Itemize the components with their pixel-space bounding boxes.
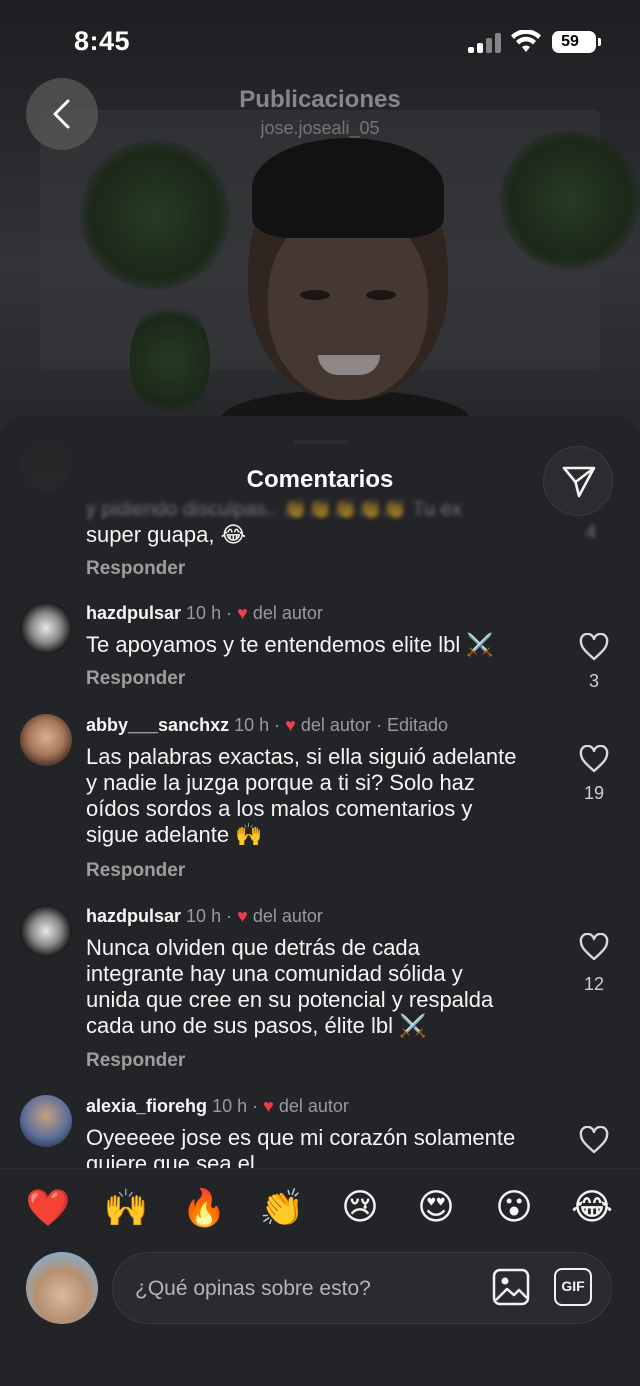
avatar[interactable] xyxy=(20,905,72,957)
status-bar: 8:45 59 xyxy=(0,0,640,90)
page-subtitle: jose.joseali_05 xyxy=(260,118,380,138)
comment-time: 10 h xyxy=(212,1096,248,1116)
avatar[interactable] xyxy=(20,602,72,654)
emoji-raised-hands[interactable]: 🙌 xyxy=(102,1187,150,1229)
emoji-fire[interactable]: 🔥 xyxy=(180,1187,228,1229)
liked-by-author: del autor xyxy=(252,603,323,623)
heart-outline-icon[interactable] xyxy=(578,1126,610,1154)
heart-outline-icon[interactable] xyxy=(578,933,610,961)
partial-comment-tail: super guapa, 😂 xyxy=(86,522,247,547)
comment-username[interactable]: abby___sanchxz xyxy=(86,715,229,735)
comment-time: 10 h xyxy=(234,715,270,735)
reply-button[interactable]: Responder xyxy=(86,558,185,580)
avatar[interactable] xyxy=(20,1095,72,1147)
like-count: 3 xyxy=(588,671,599,691)
battery-level: 59 xyxy=(561,33,579,50)
emoji-surprised[interactable]: 😮 xyxy=(490,1187,538,1228)
status-time: 8:45 xyxy=(74,26,131,56)
comment-text: Te apoyamos y te entendemos elite lbl ⚔️ xyxy=(86,632,494,657)
comment-text: Oyeeeee jose es que mi corazón solamente… xyxy=(86,1125,516,1168)
heart-icon: ♥ xyxy=(237,906,248,926)
comment-input[interactable]: ¿Qué opinas sobre esto? xyxy=(112,1252,612,1324)
my-avatar xyxy=(26,1252,98,1324)
reply-button[interactable]: Responder xyxy=(86,1050,185,1072)
battery-icon: 59 xyxy=(552,31,601,53)
comment-input-placeholder: ¿Qué opinas sobre esto? xyxy=(135,1277,371,1300)
emoji-heart-eyes[interactable]: 😍 xyxy=(412,1187,460,1228)
comment-username[interactable]: hazdpulsar xyxy=(86,603,181,623)
emoji-crying[interactable]: 😢 xyxy=(336,1187,384,1228)
emoji-reaction-bar: ❤️ 🙌 🔥 👏 😢 😍 😮 😂 xyxy=(0,1168,640,1248)
like-count: 4 xyxy=(586,522,597,542)
like-count: 12 xyxy=(583,974,605,994)
gif-button[interactable]: GIF xyxy=(554,1268,592,1306)
emoji-laughing[interactable]: 😂 xyxy=(568,1187,616,1228)
liked-by-author: del autor xyxy=(252,906,323,926)
like-count: 19 xyxy=(583,783,605,803)
liked-by-author: del autor xyxy=(300,715,371,735)
image-icon[interactable] xyxy=(492,1268,530,1306)
heart-icon: ♥ xyxy=(237,603,248,623)
comment-composer: ¿Qué opinas sobre esto? xyxy=(0,1248,640,1386)
liked-by-author: del autor xyxy=(278,1096,349,1116)
comment-item: alexia_fiorehg 10 h · ♥ del autor Oyeeee… xyxy=(0,1093,640,1168)
heart-icon: ♥ xyxy=(263,1096,274,1116)
comment-username[interactable]: hazdpulsar xyxy=(86,906,181,926)
cellular-signal-icon xyxy=(468,33,502,53)
heart-icon: ♥ xyxy=(285,715,296,735)
comment-time: 10 h xyxy=(186,603,222,623)
avatar[interactable] xyxy=(20,714,72,766)
emoji-heart[interactable]: ❤️ xyxy=(24,1187,72,1229)
send-icon xyxy=(562,466,596,498)
heart-outline-icon[interactable] xyxy=(578,745,610,773)
comment-text: Las palabras exactas, si ella siguió ade… xyxy=(86,744,517,847)
page-title: Publicaciones xyxy=(239,86,401,113)
comment-username[interactable]: alexia_fiorehg xyxy=(86,1096,207,1116)
share-button[interactable] xyxy=(543,446,613,516)
emoji-clapping[interactable]: 👏 xyxy=(258,1187,306,1229)
comment-time: 10 h xyxy=(186,906,222,926)
wifi-icon xyxy=(511,30,541,52)
reply-button[interactable]: Responder xyxy=(86,860,185,882)
reply-button[interactable]: Responder xyxy=(86,668,185,690)
comment-text: Nunca olviden que detrás de cada integra… xyxy=(86,935,494,1038)
edited-label: Editado xyxy=(386,715,448,735)
heart-outline-icon[interactable] xyxy=(578,633,610,661)
